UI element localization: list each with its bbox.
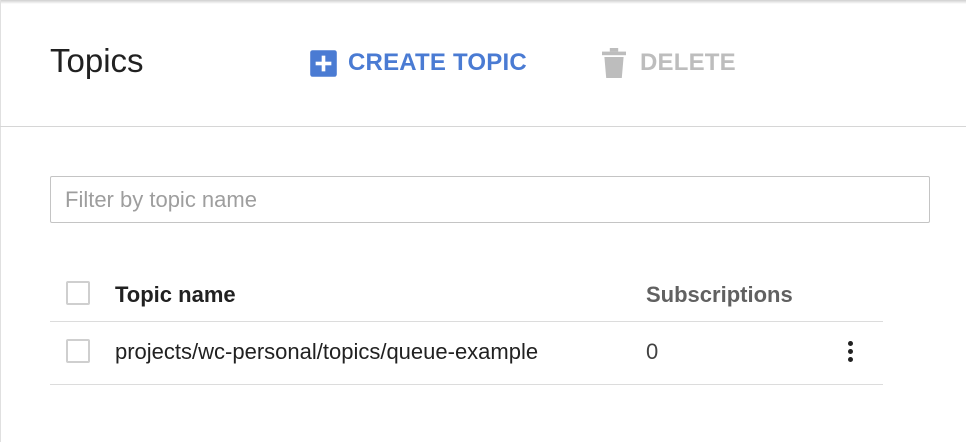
topic-name-cell[interactable]: projects/wc-personal/topics/queue-exampl… [115,338,538,366]
add-box-icon [310,49,337,77]
delete-label: DELETE [640,49,736,76]
filter-input[interactable] [50,176,930,223]
delete-button[interactable]: DELETE [602,48,736,78]
page-header: Topics CREATE TOPIC DELETE [0,0,966,127]
trash-icon [602,48,626,78]
row-checkbox[interactable] [66,339,90,363]
subscriptions-cell: 0 [646,339,659,364]
page-title: Topics [50,42,144,79]
more-vert-icon[interactable] [842,338,858,366]
create-topic-label: CREATE TOPIC [348,49,527,76]
create-topic-button[interactable]: CREATE TOPIC [309,48,527,78]
table-row-cells: projects/wc-personal/topics/queue-exampl… [50,266,883,385]
